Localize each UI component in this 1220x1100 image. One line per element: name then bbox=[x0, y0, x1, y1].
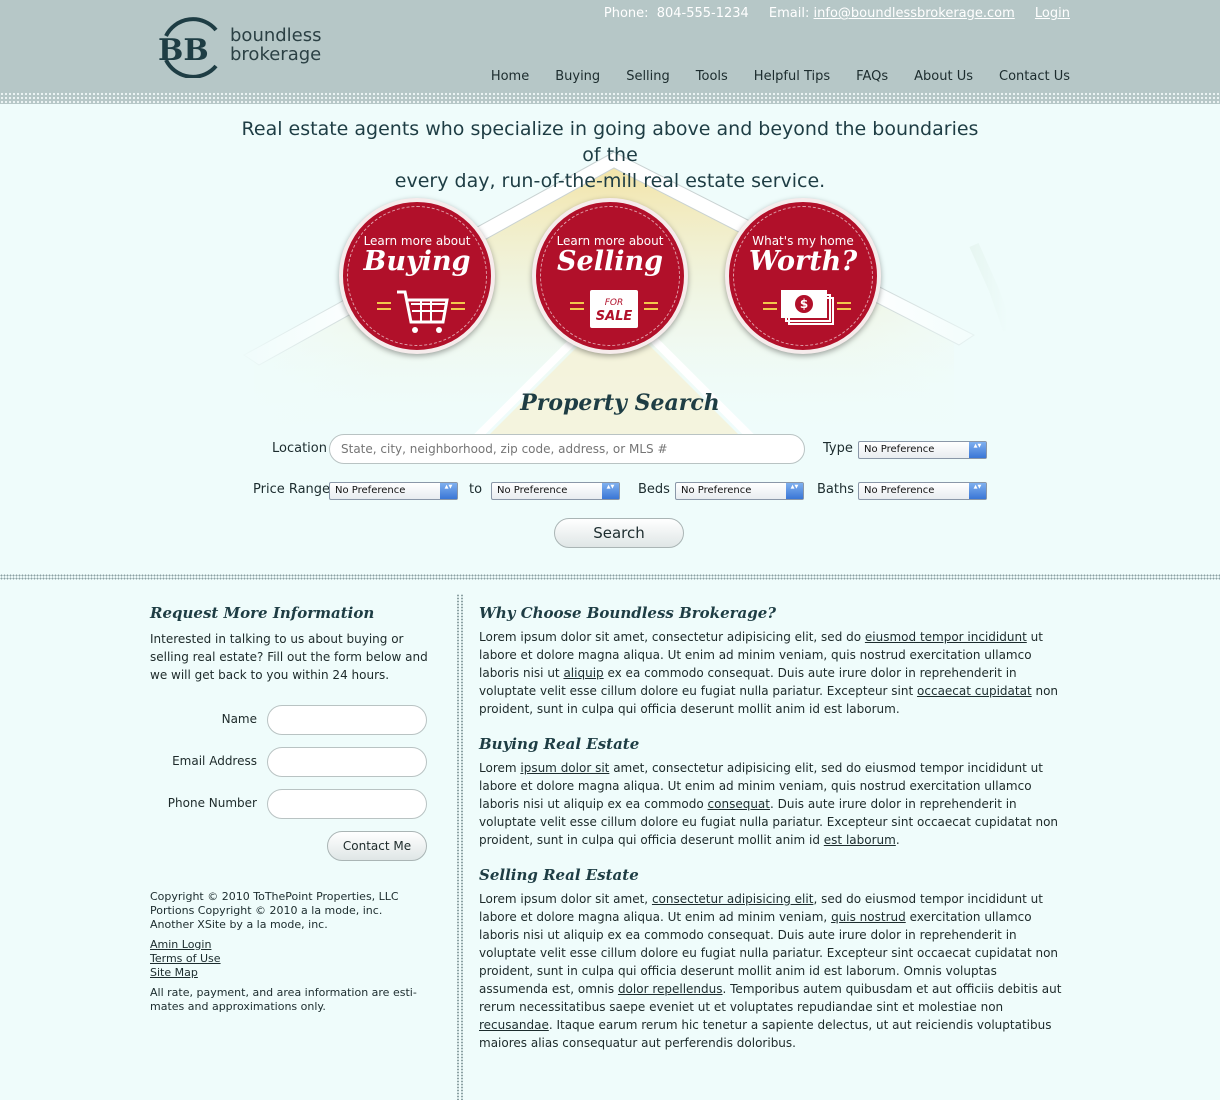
tagline-line-2: every day, run-of-the-mill real estate s… bbox=[394, 170, 826, 192]
beds-select[interactable]: No Preference bbox=[675, 482, 804, 500]
hero-tagline: Real estate agents who specialize in goi… bbox=[230, 116, 990, 194]
location-input[interactable] bbox=[329, 434, 805, 464]
request-info-title: Request More Information bbox=[150, 604, 375, 622]
selling-real-estate-text: Lorem ipsum dolor sit amet, consectetur … bbox=[479, 890, 1069, 1052]
selling-real-estate-title: Selling Real Estate bbox=[479, 866, 639, 884]
terms-of-use-link[interactable]: Terms of Use bbox=[150, 952, 450, 966]
email-row: Email Address bbox=[150, 747, 427, 777]
baths-label: Baths bbox=[817, 482, 854, 497]
text-segment: Lorem ipsum dolor sit amet, consectetur … bbox=[479, 630, 865, 644]
money-stack-icon: $ bbox=[763, 290, 851, 325]
contact-me-button[interactable]: Contact Me bbox=[327, 831, 427, 861]
price-max-select[interactable]: No Preference bbox=[491, 482, 620, 500]
footer-links: Amin Login Terms of Use Site Map bbox=[150, 938, 450, 980]
nav-home[interactable]: Home bbox=[491, 69, 529, 84]
worth-button[interactable]: What's my home Worth? $ bbox=[725, 198, 881, 354]
selling-button[interactable]: Learn more about Selling FOR SALE bbox=[532, 198, 688, 354]
logo-line-1: boundless bbox=[230, 25, 322, 46]
name-label: Name bbox=[221, 712, 257, 726]
type-label: Type bbox=[823, 441, 853, 456]
login-link[interactable]: Login bbox=[1035, 6, 1070, 21]
why-choose-title: Why Choose Boundless Brokerage? bbox=[479, 604, 777, 622]
header-divider bbox=[0, 92, 1220, 104]
buying-real-estate-title: Buying Real Estate bbox=[479, 735, 640, 753]
selling-button-title: Selling bbox=[557, 246, 663, 277]
text-segment: . bbox=[895, 833, 900, 847]
nav-faqs[interactable]: FAQs bbox=[856, 69, 888, 84]
phone-input[interactable] bbox=[267, 789, 427, 819]
request-info-intro: Interested in talking to us about buying… bbox=[150, 632, 428, 682]
phone-row: Phone Number bbox=[150, 789, 427, 819]
inline-link[interactable]: consequat bbox=[708, 797, 770, 811]
price-min-select[interactable]: No Preference bbox=[329, 482, 458, 500]
email-label: Email: bbox=[768, 6, 810, 21]
baths-select[interactable]: No Preference bbox=[858, 482, 987, 500]
beds-label: Beds bbox=[638, 482, 670, 497]
phone-number: 804-555-1234 bbox=[656, 6, 749, 21]
logo[interactable]: BB boundless brokerage bbox=[158, 16, 328, 79]
nav-selling[interactable]: Selling bbox=[626, 69, 670, 84]
contact-bar: Phone: 804-555-1234 Email: info@boundles… bbox=[600, 6, 1070, 21]
worth-button-title: Worth? bbox=[748, 246, 858, 277]
shopping-cart-icon bbox=[377, 290, 465, 333]
content-column: Why Choose Boundless Brokerage? Lorem ip… bbox=[479, 604, 1069, 1069]
main-nav: Home Buying Selling Tools Helpful Tips F… bbox=[491, 69, 1070, 84]
sign-bottom-text: SALE bbox=[596, 309, 633, 324]
logo-line-2: brokerage bbox=[230, 44, 322, 65]
phone-label: Phone: bbox=[603, 6, 649, 21]
name-row: Name bbox=[150, 705, 427, 735]
bb-logo-icon: BB bbox=[158, 17, 218, 79]
tagline-line-1: Real estate agents who specialize in goi… bbox=[241, 118, 979, 166]
property-search-title: Property Search bbox=[520, 390, 720, 416]
nav-tools[interactable]: Tools bbox=[696, 69, 728, 84]
buying-button-title: Buying bbox=[363, 246, 471, 277]
inline-link[interactable]: dolor repellendus bbox=[618, 982, 723, 996]
nav-buying[interactable]: Buying bbox=[555, 69, 600, 84]
inline-link[interactable]: recusandae bbox=[479, 1018, 549, 1032]
inline-link[interactable]: aliquip bbox=[563, 666, 603, 680]
email-link[interactable]: info@boundlessbrokerage.com bbox=[814, 6, 1015, 21]
inline-link[interactable]: quis nostrud bbox=[831, 910, 906, 924]
nav-helpful-tips[interactable]: Helpful Tips bbox=[754, 69, 830, 84]
nav-about-us[interactable]: About Us bbox=[914, 69, 973, 84]
why-choose-text: Lorem ipsum dolor sit amet, consectetur … bbox=[479, 628, 1069, 718]
name-input[interactable] bbox=[267, 705, 427, 735]
disclaimer: All rate, payment, and area information … bbox=[150, 986, 417, 1013]
request-info-panel: Request More Information Interested in t… bbox=[150, 604, 446, 684]
for-sale-sign-icon: FOR SALE bbox=[570, 290, 658, 328]
inline-link[interactable]: occaecat cupidatat bbox=[917, 684, 1032, 698]
inline-link[interactable]: consectetur adipisicing elit bbox=[652, 892, 814, 906]
svg-text:$: $ bbox=[800, 297, 808, 311]
svg-text:BB: BB bbox=[158, 33, 209, 68]
type-select[interactable]: No Preference bbox=[858, 441, 987, 459]
section-divider bbox=[0, 574, 1220, 580]
site-header: BB boundless brokerage Phone: 804-555-12… bbox=[0, 0, 1220, 104]
logo-text: boundless brokerage bbox=[230, 26, 322, 64]
site-map-link[interactable]: Site Map bbox=[150, 966, 450, 980]
copyright-block: Copyright © 2010 ToThePoint Properties, … bbox=[150, 890, 450, 932]
search-button[interactable]: Search bbox=[554, 518, 684, 548]
column-divider bbox=[456, 594, 464, 1100]
inline-link[interactable]: eiusmod tempor incididunt bbox=[865, 630, 1027, 644]
inline-link[interactable]: est laborum bbox=[824, 833, 896, 847]
copyright-line-3: Another XSite by a la mode, inc. bbox=[150, 918, 328, 931]
price-range-label: Price Range bbox=[253, 482, 331, 497]
text-segment: . Itaque earum rerum hic tenetur a sapie… bbox=[479, 1018, 1052, 1050]
price-to-label: to bbox=[469, 482, 483, 497]
phone-number-label: Phone Number bbox=[167, 796, 257, 810]
email-address-label: Email Address bbox=[172, 754, 257, 768]
sign-top-text: FOR bbox=[605, 298, 624, 308]
text-segment: Lorem ipsum dolor sit amet, bbox=[479, 892, 652, 906]
copyright-line-2: Portions Copyright © 2010 a la mode, inc… bbox=[150, 904, 383, 917]
email-input[interactable] bbox=[267, 747, 427, 777]
location-label: Location bbox=[272, 441, 327, 456]
nav-contact-us[interactable]: Contact Us bbox=[999, 69, 1070, 84]
buying-button[interactable]: Learn more about Buying bbox=[339, 198, 495, 354]
text-segment: Lorem bbox=[479, 761, 521, 775]
copyright-line-1: Copyright © 2010 ToThePoint Properties, … bbox=[150, 890, 399, 903]
buying-real-estate-text: Lorem ipsum dolor sit amet, consectetur … bbox=[479, 759, 1069, 849]
admin-login-link[interactable]: Amin Login bbox=[150, 938, 450, 952]
inline-link[interactable]: ipsum dolor sit bbox=[520, 761, 609, 775]
